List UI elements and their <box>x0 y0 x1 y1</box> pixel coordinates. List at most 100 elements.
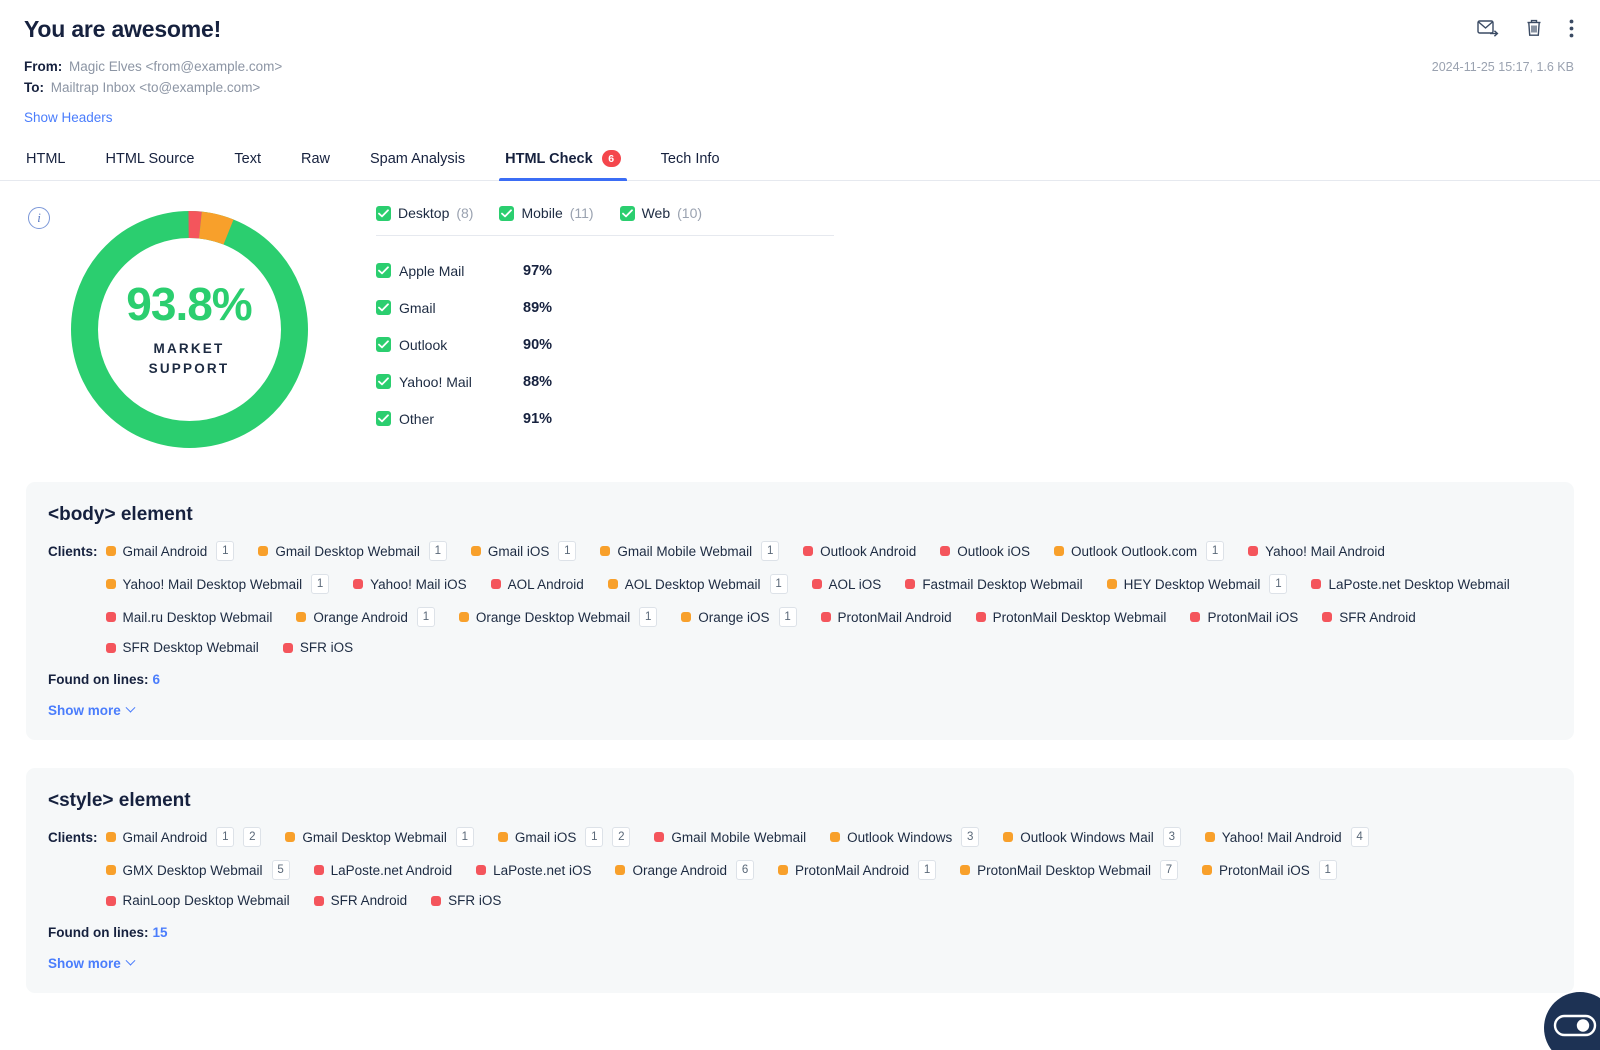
client-chip[interactable]: Outlook iOS <box>940 544 1030 559</box>
client-chip-label: AOL Android <box>507 576 584 592</box>
client-chip[interactable]: GMX Desktop Webmail 5 <box>105 860 290 880</box>
status-dot-red-icon <box>905 579 916 589</box>
client-chip[interactable]: Outlook Android <box>803 544 916 559</box>
client-chip[interactable]: LaPoste.net Desktop Webmail <box>1311 577 1510 592</box>
status-dot-orange-icon <box>830 832 841 842</box>
client-support-toggle[interactable]: Yahoo! Mail <box>376 374 523 390</box>
client-support-toggle[interactable]: Apple Mail <box>376 263 523 279</box>
status-dot-red-icon <box>803 546 814 556</box>
status-dot-orange-icon <box>1054 546 1065 556</box>
client-chip[interactable]: Gmail Android 1 2 <box>105 827 262 847</box>
found-on-lines-value[interactable]: 6 <box>153 672 161 687</box>
show-headers-link[interactable]: Show Headers <box>24 110 113 125</box>
client-chip[interactable]: Outlook Windows 3 <box>830 827 980 847</box>
client-chip[interactable]: ProtonMail Android 1 <box>778 860 937 880</box>
client-chip[interactable]: RainLoop Desktop Webmail <box>105 893 290 908</box>
tab-tech-info[interactable]: Tech Info <box>659 145 722 180</box>
client-chip[interactable]: Gmail Mobile Webmail 1 <box>600 541 780 561</box>
client-chip[interactable]: Gmail Android 1 <box>105 541 235 561</box>
client-chip[interactable]: Yahoo! Mail Android 4 <box>1204 827 1369 847</box>
client-chip-label: ProtonMail Desktop Webmail <box>977 862 1151 878</box>
platform-filter-web[interactable]: Web (10) <box>619 205 702 221</box>
trash-icon[interactable] <box>1525 18 1543 43</box>
client-chip[interactable]: Gmail iOS 1 2 <box>497 827 631 847</box>
tab-html-source[interactable]: HTML Source <box>103 145 196 180</box>
more-options-icon[interactable] <box>1569 19 1574 43</box>
client-chip[interactable]: ProtonMail iOS <box>1190 610 1298 625</box>
client-chip[interactable]: Mail.ru Desktop Webmail <box>105 610 272 625</box>
client-chip-label: ProtonMail Android <box>795 862 910 878</box>
client-chip[interactable]: SFR Android <box>1322 610 1416 625</box>
tab-raw[interactable]: Raw <box>299 145 332 180</box>
checkbox-client-icon[interactable] <box>376 300 391 315</box>
checkbox-client-icon[interactable] <box>376 337 391 352</box>
client-chip[interactable]: AOL Desktop Webmail 1 <box>607 574 788 594</box>
client-chip[interactable]: SFR Desktop Webmail <box>105 640 259 655</box>
chat-support-button[interactable] <box>1544 992 1600 1050</box>
status-dot-orange-icon <box>258 546 269 556</box>
client-chip[interactable]: Gmail Desktop Webmail 1 <box>258 541 447 561</box>
status-dot-red-icon <box>313 895 324 906</box>
show-more-button[interactable]: Show more <box>48 955 136 971</box>
checkbox-desktop-icon[interactable] <box>376 205 391 221</box>
client-chip-label: SFR iOS <box>448 893 502 908</box>
client-chip-label: Outlook Outlook.com <box>1071 543 1198 559</box>
status-dot-red-icon <box>476 865 487 875</box>
client-chip[interactable]: HEY Desktop Webmail 1 <box>1106 574 1288 594</box>
checkbox-web-icon[interactable] <box>619 205 635 221</box>
client-chip[interactable]: AOL iOS <box>811 577 881 592</box>
client-chip[interactable]: ProtonMail iOS 1 <box>1201 860 1337 880</box>
found-on-lines-value[interactable]: 15 <box>153 925 168 940</box>
client-chip[interactable]: Outlook Outlook.com 1 <box>1054 541 1225 561</box>
tab-html-check[interactable]: HTML Check 6 <box>499 144 627 181</box>
client-support-toggle[interactable]: Other <box>376 411 523 427</box>
platform-filter-desktop[interactable]: Desktop (8) <box>376 205 473 221</box>
tab-html[interactable]: HTML <box>24 145 67 180</box>
tab-spam-analysis[interactable]: Spam Analysis <box>368 145 467 180</box>
platform-filter-mobile[interactable]: Mobile (11) <box>499 205 594 221</box>
client-support-label: Yahoo! Mail <box>399 373 472 390</box>
status-dot-red-icon <box>490 579 501 589</box>
client-chip[interactable]: AOL Android <box>490 576 584 592</box>
client-support-toggle[interactable]: Outlook <box>376 337 523 353</box>
client-chip[interactable]: SFR iOS <box>431 893 501 908</box>
client-chip-label: Yahoo! Mail Android <box>1265 543 1385 559</box>
client-chip[interactable]: Gmail iOS 1 <box>470 541 577 561</box>
client-chip[interactable]: Gmail Mobile Webmail <box>654 830 806 845</box>
client-chip[interactable]: ProtonMail Desktop Webmail 7 <box>960 860 1178 880</box>
checkbox-client-icon[interactable] <box>376 411 391 426</box>
chip-count: 5 <box>271 860 290 880</box>
checkbox-mobile-icon[interactable] <box>499 205 515 221</box>
client-chip[interactable]: ProtonMail Desktop Webmail <box>975 609 1167 625</box>
client-chip[interactable]: LaPoste.net iOS <box>476 863 591 878</box>
show-more-button[interactable]: Show more <box>48 702 136 718</box>
client-chip[interactable]: Orange Android 1 <box>296 607 435 627</box>
client-chip-label: ProtonMail Desktop Webmail <box>992 609 1167 625</box>
client-chip[interactable]: Yahoo! Mail Android <box>1248 544 1385 559</box>
info-icon[interactable]: i <box>28 207 50 229</box>
client-chip[interactable]: Yahoo! Mail iOS <box>353 577 467 592</box>
client-chip[interactable]: Orange Desktop Webmail 1 <box>458 607 658 627</box>
client-chip[interactable]: Yahoo! Mail Desktop Webmail 1 <box>105 574 330 594</box>
client-chip[interactable]: Fastmail Desktop Webmail <box>905 577 1083 592</box>
client-support-row: Gmail 89% <box>376 289 834 326</box>
client-chip-label: Gmail Android <box>122 829 208 845</box>
forward-email-icon[interactable] <box>1477 19 1499 42</box>
tab-text[interactable]: Text <box>232 145 263 180</box>
chip-count: 3 <box>961 827 980 847</box>
client-chip[interactable]: LaPoste.net Android <box>313 863 452 878</box>
checkbox-client-icon[interactable] <box>376 263 391 278</box>
client-support-toggle[interactable]: Gmail <box>376 300 523 316</box>
status-dot-orange-icon <box>105 579 116 589</box>
client-chip[interactable]: Outlook Windows Mail 3 <box>1003 827 1181 847</box>
client-chip[interactable]: Orange iOS 1 <box>681 607 797 627</box>
checkbox-client-icon[interactable] <box>376 374 391 389</box>
client-chip[interactable]: Gmail Desktop Webmail 1 <box>285 827 474 847</box>
client-chip[interactable]: SFR iOS <box>282 640 353 655</box>
client-chip[interactable]: SFR Android <box>313 893 407 908</box>
chip-count: 1 <box>216 541 235 561</box>
email-meta: 2024-11-25 15:17, 1.6 KB <box>1431 60 1574 74</box>
client-chip[interactable]: ProtonMail Android <box>820 610 952 625</box>
client-chip[interactable]: Orange Android 6 <box>615 860 755 880</box>
from-value: Magic Elves <from@example.com> <box>69 59 283 74</box>
